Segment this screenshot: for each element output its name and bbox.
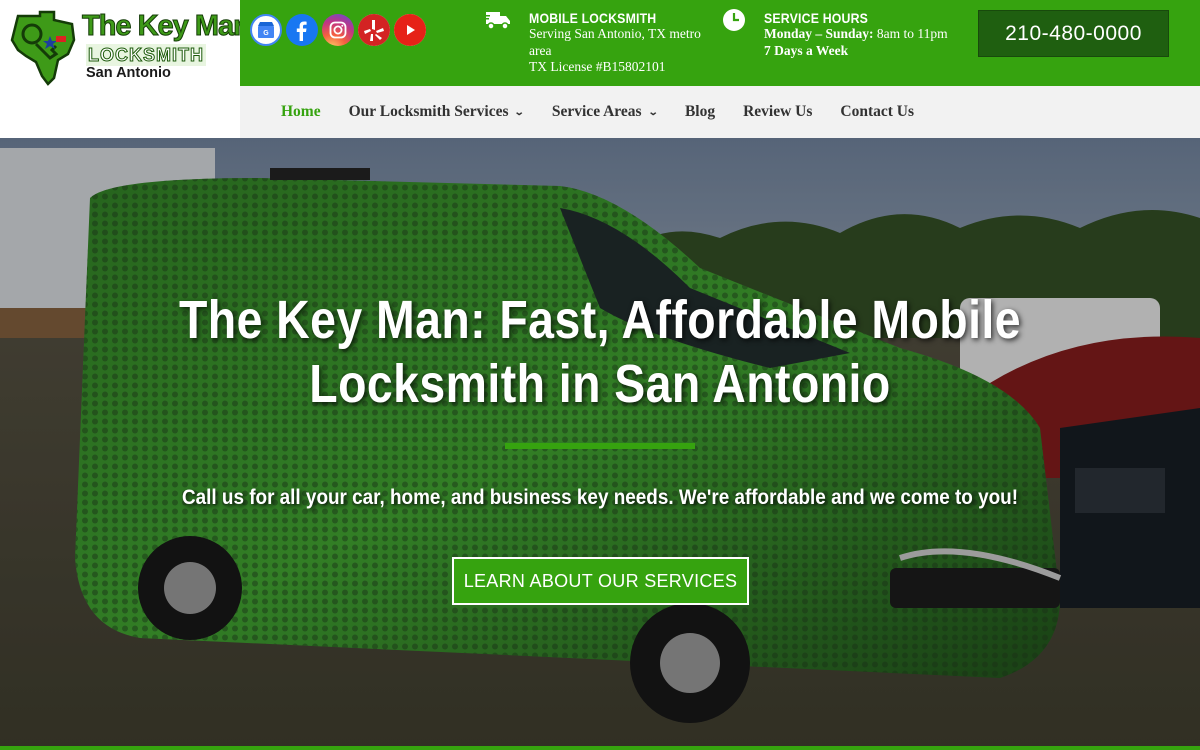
clock-icon xyxy=(723,9,745,31)
mobile-locksmith-title: MOBILE LOCKSMITH xyxy=(529,10,657,26)
brand-tagline: LOCKSMITH xyxy=(86,44,206,66)
nav-service-areas[interactable]: Service Areas ⌄ xyxy=(551,103,659,121)
brand-name: The Key Man xyxy=(82,10,252,43)
hours-time: 8am to 11pm xyxy=(873,26,948,41)
yelp-icon[interactable] xyxy=(358,14,390,46)
nav-home[interactable]: Home xyxy=(281,103,321,121)
learn-services-button[interactable]: LEARN ABOUT OUR SERVICES xyxy=(452,557,749,605)
nav-blog[interactable]: Blog xyxy=(685,103,715,121)
service-area-line-2: area xyxy=(529,42,552,58)
nav-contact-us[interactable]: Contact Us xyxy=(840,103,914,121)
hero-heading-line-2: Locksmith in San Antonio xyxy=(309,354,891,414)
hero-heading-line-1: The Key Man: Fast, Affordable Mobile xyxy=(178,290,1022,350)
top-info-bar: G MOBILE LOCKSMITH Serving San Antonio, … xyxy=(240,0,1200,86)
brand-city: San Antonio xyxy=(86,65,171,81)
nav-locksmith-services[interactable]: Our Locksmith Services ⌄ xyxy=(348,103,526,121)
hero-subheading: Call us for all your car, home, and busi… xyxy=(182,486,1018,509)
days-label: Monday – Sunday: xyxy=(764,26,874,41)
facebook-icon[interactable] xyxy=(286,14,318,46)
nav-locksmith-services-label: Our Locksmith Services xyxy=(348,103,509,120)
main-navigation: Home Our Locksmith Services ⌄ Service Are… xyxy=(240,86,1200,138)
chevron-down-icon: ⌄ xyxy=(647,106,659,118)
svg-text:G: G xyxy=(263,30,269,37)
license-number: TX License #B15802101 xyxy=(529,59,666,74)
hero-divider xyxy=(505,443,695,449)
google-business-icon[interactable]: G xyxy=(250,14,282,46)
site-logo[interactable]: The Key Man LOCKSMITH San Antonio xyxy=(0,0,251,138)
service-area-line-1: Serving San Antonio, TX metro xyxy=(529,26,701,41)
service-hours-title: SERVICE HOURS xyxy=(764,10,869,26)
truck-icon xyxy=(484,12,510,30)
bottom-accent-strip xyxy=(0,746,1200,750)
texas-key-logo-icon xyxy=(10,10,76,86)
instagram-icon[interactable] xyxy=(322,14,354,46)
nav-service-areas-label: Service Areas xyxy=(551,103,642,120)
phone-call-button[interactable]: 210-480-0000 xyxy=(978,10,1169,57)
hours-line: Monday – Sunday: 8am to 11pm xyxy=(764,26,964,43)
nav-review-us[interactable]: Review Us xyxy=(743,103,812,121)
chevron-down-icon: ⌄ xyxy=(514,106,526,118)
hero-heading: The Key Man: Fast, Affordable Mobile Loc… xyxy=(170,288,1030,416)
youtube-icon[interactable] xyxy=(394,14,426,46)
week-line: 7 Days a Week xyxy=(764,42,849,58)
hero-section: The Key Man: Fast, Affordable Mobile Loc… xyxy=(0,138,1200,750)
